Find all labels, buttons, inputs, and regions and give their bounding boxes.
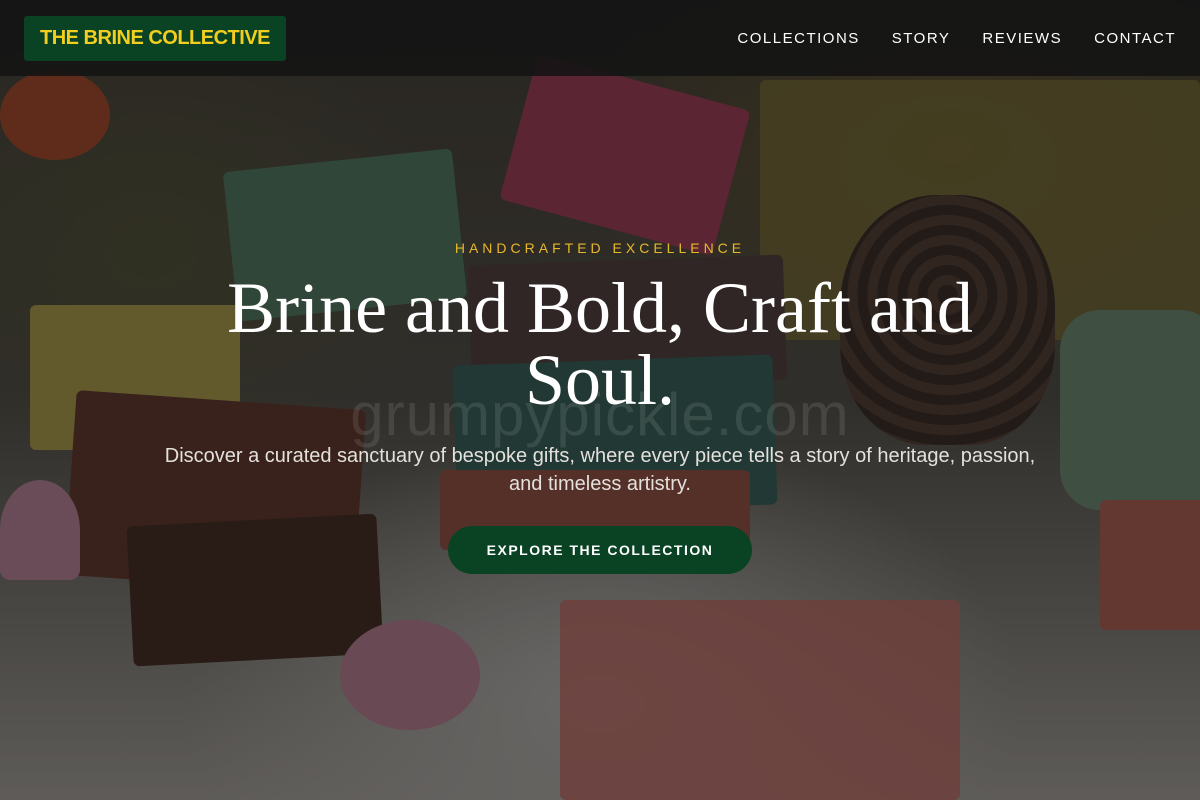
brand-logo[interactable]: THE BRINE COLLECTIVE bbox=[24, 15, 287, 61]
nav-link-reviews[interactable]: REVIEWS bbox=[982, 30, 1062, 47]
main-navigation: COLLECTIONS STORY REVIEWS CONTACT bbox=[705, 30, 1176, 47]
hero-section: grumpypickle.com HANDCRAFTED EXCELLENCE … bbox=[0, 76, 1200, 800]
hero-subtext: Discover a curated sanctuary of bespoke … bbox=[164, 445, 1036, 495]
site-header: THE BRINE COLLECTIVE COLLECTIONS STORY R… bbox=[0, 0, 1200, 76]
nav-link-collections[interactable]: COLLECTIONS bbox=[737, 30, 859, 47]
nav-link-story[interactable]: STORY bbox=[892, 30, 951, 47]
explore-collection-button[interactable]: EXPLORE THE COLLECTION bbox=[448, 526, 752, 574]
nav-link-contact[interactable]: CONTACT bbox=[1094, 30, 1176, 47]
hero-headline: Brine and Bold, Craft and Soul. bbox=[227, 268, 973, 420]
hero-eyebrow: HANDCRAFTED EXCELLENCE bbox=[454, 240, 746, 256]
